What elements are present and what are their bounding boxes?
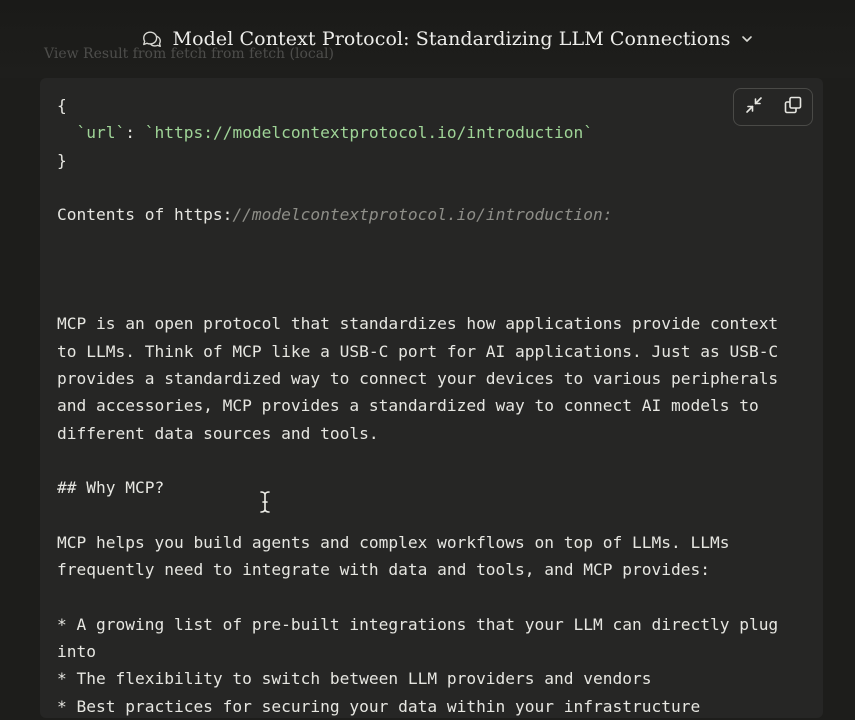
url-key: `url` — [76, 123, 126, 143]
bullet-line: * Best practices for securing your data … — [57, 696, 701, 716]
code-line: { — [57, 96, 67, 115]
text-cursor-icon — [259, 490, 271, 514]
para-line: and accessories, MCP provides a standard… — [57, 396, 759, 416]
code-toolbar — [733, 88, 813, 126]
contents-url: //modelcontextprotocol.io/introduction: — [232, 205, 613, 225]
collapse-button[interactable] — [739, 92, 769, 122]
collapse-arrows-icon — [744, 95, 764, 120]
url-value: `https://modelcontextprotocol.io/introdu… — [144, 123, 594, 143]
chevron-down-icon — [740, 32, 754, 46]
bullet-line: * A growing list of pre-built integratio… — [57, 614, 779, 634]
para-line: provides a standardized way to connect y… — [57, 368, 779, 388]
para-line: different data sources and tools. — [57, 423, 379, 443]
code-line: } — [57, 150, 67, 170]
para-line: frequently need to integrate with data a… — [57, 560, 710, 580]
code-line-url: `url`: `https://modelcontextprotocol.io/… — [57, 119, 778, 146]
tool-result-panel: { `url`: `https://modelcontextprotocol.i… — [40, 78, 823, 718]
contents-line: Contents of https://modelcontextprotocol… — [57, 201, 778, 228]
colon: : — [125, 123, 145, 143]
copy-button[interactable] — [778, 92, 808, 122]
result-code-block: { `url`: `https://modelcontextprotocol.i… — [57, 92, 778, 720]
section-heading: ## Why MCP? — [57, 478, 165, 498]
tool-result-label: View Result from fetch from fetch (local… — [44, 46, 334, 62]
para-line: MCP helps you build agents and complex w… — [57, 532, 730, 552]
para-line: to LLMs. Think of MCP like a USB-C port … — [57, 341, 779, 361]
para-line: MCP is an open protocol that standardize… — [57, 314, 779, 334]
bullet-line: * The flexibility to switch between LLM … — [57, 669, 652, 689]
header-bar: Model Context Protocol: Standardizing LL… — [0, 0, 855, 78]
copy-icon — [783, 95, 803, 120]
contents-prefix: Contents of https: — [57, 205, 233, 225]
bullet-line: into — [57, 641, 96, 661]
